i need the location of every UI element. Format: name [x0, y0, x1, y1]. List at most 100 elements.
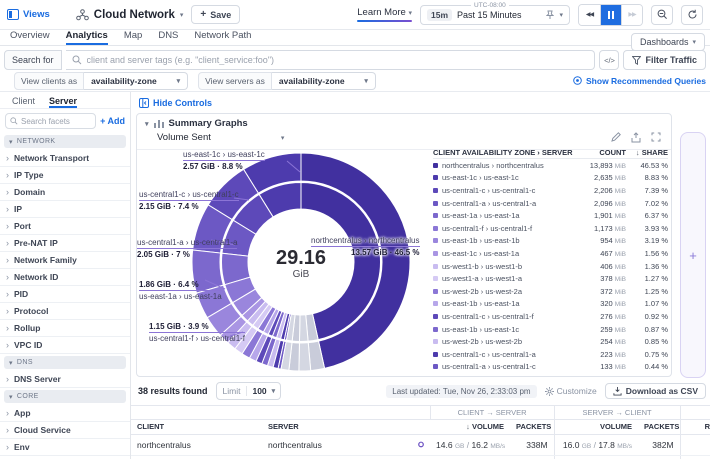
tab-dns[interactable]: DNS — [158, 30, 178, 45]
view-title[interactable]: Cloud Network ▾ — [76, 9, 184, 21]
search-input[interactable] — [87, 55, 589, 65]
chevron-right-icon: › — [6, 238, 9, 248]
legend-row[interactable]: us-central1-c › us-central1-f276 MiB0.92… — [433, 310, 668, 323]
sc-packets-column-header[interactable]: PACKETS — [638, 419, 680, 434]
client-column-header[interactable]: CLIENT — [131, 419, 262, 434]
view-servers-as-select[interactable]: availability-zone▾ — [272, 72, 376, 90]
learn-more-button[interactable]: Learn More ▾ — [357, 7, 412, 22]
hide-controls-link[interactable]: Hide Controls — [139, 98, 212, 108]
collapse-section-icon[interactable]: ▾ — [145, 120, 149, 128]
add-panel-button[interactable]: + — [680, 132, 706, 378]
step-back-button[interactable]: ◀◀ — [579, 5, 600, 25]
search-icon — [72, 55, 82, 65]
sidebar-item-protocol[interactable]: ›Protocol — [0, 303, 130, 320]
metric-select[interactable]: Volume Sent▾ — [157, 132, 284, 143]
sidebar-item-rollup[interactable]: ›Rollup — [0, 320, 130, 337]
sidebar-item-cloud-service[interactable]: ›Cloud Service — [0, 422, 130, 439]
customize-button[interactable]: Customize — [545, 386, 597, 396]
expand-button[interactable] — [651, 132, 661, 143]
facet-search-input[interactable] — [21, 117, 79, 126]
save-button[interactable]: +Save — [191, 5, 240, 24]
tab-analytics[interactable]: Analytics — [66, 30, 108, 45]
legend-row[interactable]: us-east-1b › us-east-1b954 MiB3.19 % — [433, 235, 668, 248]
legend-share: 0.85 % — [626, 337, 668, 346]
legend-row[interactable]: us-east-1a › us-east-1a1,901 MiB6.37 % — [433, 209, 668, 222]
sidebar-item-dns-server[interactable]: ›DNS Server — [0, 371, 130, 388]
sidebar-item-network-id[interactable]: ›Network ID — [0, 269, 130, 286]
sidebar-item-app[interactable]: ›App — [0, 405, 130, 422]
sidebar-item-env[interactable]: ›Env — [0, 439, 130, 456]
add-facet-button[interactable]: + Add — [100, 116, 125, 126]
sidebar-item-network-transport[interactable]: ›Network Transport — [0, 150, 130, 167]
legend-row[interactable]: us-west-2b › us-west-2b254 MiB0.85 % — [433, 335, 668, 348]
facet-search-field[interactable] — [5, 113, 96, 129]
cs-packets-column-header[interactable]: PACKETS — [510, 419, 554, 434]
sidebar-section-core[interactable]: ▾CORE — [4, 390, 126, 403]
sidebar-tab-client[interactable]: Client — [12, 96, 35, 108]
sidebar-item-port[interactable]: ›Port — [0, 218, 130, 235]
filter-traffic-button[interactable]: Filter Traffic — [623, 50, 706, 70]
code-view-button[interactable]: </> — [599, 50, 619, 70]
limit-select[interactable]: Limit 100▾ — [216, 382, 282, 400]
sunburst-slice[interactable] — [299, 343, 311, 371]
legend-swatch — [433, 226, 438, 231]
show-recommended-queries-link[interactable]: Show Recommended Queries — [573, 76, 706, 86]
sidebar-item-network-family[interactable]: ›Network Family — [0, 252, 130, 269]
retransmits-column-header[interactable]: RETR — [680, 419, 710, 434]
sidebar-section-dns[interactable]: ▾DNS — [4, 356, 126, 369]
legend-row[interactable]: us-east-1c › us-east-1a467 MiB1.56 % — [433, 247, 668, 260]
page-title: Cloud Network — [94, 9, 175, 21]
tab-network-path[interactable]: Network Path — [194, 30, 251, 45]
row-pie-chart-icon[interactable] — [418, 439, 424, 450]
legend-row[interactable]: us-central1-f › us-central1-f1,173 MiB3.… — [433, 222, 668, 235]
sc-volume-column-header[interactable]: VOLUME — [554, 419, 638, 434]
table-row[interactable]: us-east-1cus-east-1c2.76 GB / 3.07 MB/s2… — [131, 455, 710, 459]
pause-button[interactable] — [600, 5, 621, 25]
cell-retransmits — [680, 455, 710, 459]
step-forward-button[interactable]: ▶▶ — [621, 5, 642, 25]
sidebar-item-pre-nat-ip[interactable]: ›Pre-NAT IP — [0, 235, 130, 252]
sidebar-item-ip[interactable]: ›IP — [0, 201, 130, 218]
sidebar-tab-server[interactable]: Server — [49, 96, 77, 108]
legend-row[interactable]: us-central1-c › us-central1-a223 MiB0.75… — [433, 348, 668, 361]
chevron-right-icon: › — [6, 204, 9, 214]
views-button[interactable]: Views — [7, 9, 50, 20]
legend-row[interactable]: northcentralus › northcentralus13,893 Mi… — [433, 159, 668, 172]
sidebar-item-domain[interactable]: ›Domain — [0, 184, 130, 201]
server-column-header[interactable]: SERVER — [262, 419, 412, 434]
tab-map[interactable]: Map — [124, 30, 142, 45]
sidebar-section-network[interactable]: ▾NETWORK — [4, 135, 126, 148]
download-csv-button[interactable]: Download as CSV — [605, 383, 706, 399]
edit-button[interactable] — [611, 132, 621, 143]
legend-share-header[interactable]: ↓ SHARE — [626, 148, 668, 157]
legend-row[interactable]: us-central1-c › us-central1-c2,206 MiB7.… — [433, 184, 668, 197]
legend-row[interactable]: us-east-1b › us-east-1a320 MiB1.07 % — [433, 298, 668, 311]
table-row[interactable]: northcentralusnorthcentralus14.6 GB / 16… — [131, 434, 710, 455]
cs-volume-column-header[interactable]: ↓ VOLUME — [430, 419, 510, 434]
search-field[interactable] — [66, 50, 596, 70]
legend-row[interactable]: us-west1-b › us-west1-b406 MiB1.36 % — [433, 260, 668, 273]
collapse-panel-icon — [139, 98, 149, 108]
chevron-right-icon: › — [6, 374, 9, 384]
zoom-out-button[interactable] — [651, 5, 673, 25]
legend-row[interactable]: us-central1-a › us-central1-c133 MiB0.44… — [433, 361, 668, 374]
time-range-control[interactable]: UTC-08:00 15m Past 15 Minutes ▾ — [420, 5, 570, 25]
sidebar-item-ip-type[interactable]: ›IP Type — [0, 167, 130, 184]
view-clients-as-select[interactable]: availability-zone▾ — [84, 72, 188, 90]
refresh-button[interactable] — [681, 5, 703, 25]
callout-value: 2.57 GiB · 8.8 % — [183, 162, 265, 171]
legend-row[interactable]: us-east-1b › us-east-1c259 MiB0.87 % — [433, 323, 668, 336]
tab-overview[interactable]: Overview — [10, 30, 50, 45]
sidebar-item-pid[interactable]: ›PID — [0, 286, 130, 303]
legend-row[interactable]: us-east-1c › us-east-1c2,635 MiB8.83 % — [433, 172, 668, 185]
legend-count: 320 MiB — [574, 299, 626, 308]
sidebar-item-vpc-id[interactable]: ›VPC ID — [0, 337, 130, 354]
export-button[interactable] — [631, 132, 641, 143]
legend-share: 46.53 % — [626, 161, 668, 170]
legend-count-header[interactable]: COUNT — [574, 148, 626, 157]
legend-row[interactable]: us-central1-a › us-central1-a2,096 MiB7.… — [433, 197, 668, 210]
legend-row[interactable]: us-west-2b › us-west-2a372 MiB1.25 % — [433, 285, 668, 298]
legend-pair-header[interactable]: CLIENT AVAILABILITY ZONE › SERVER AVAILA… — [433, 148, 574, 157]
dashboards-button[interactable]: Dashboards▾ — [631, 33, 705, 51]
legend-row[interactable]: us-west1-a › us-west1-a378 MiB1.27 % — [433, 272, 668, 285]
